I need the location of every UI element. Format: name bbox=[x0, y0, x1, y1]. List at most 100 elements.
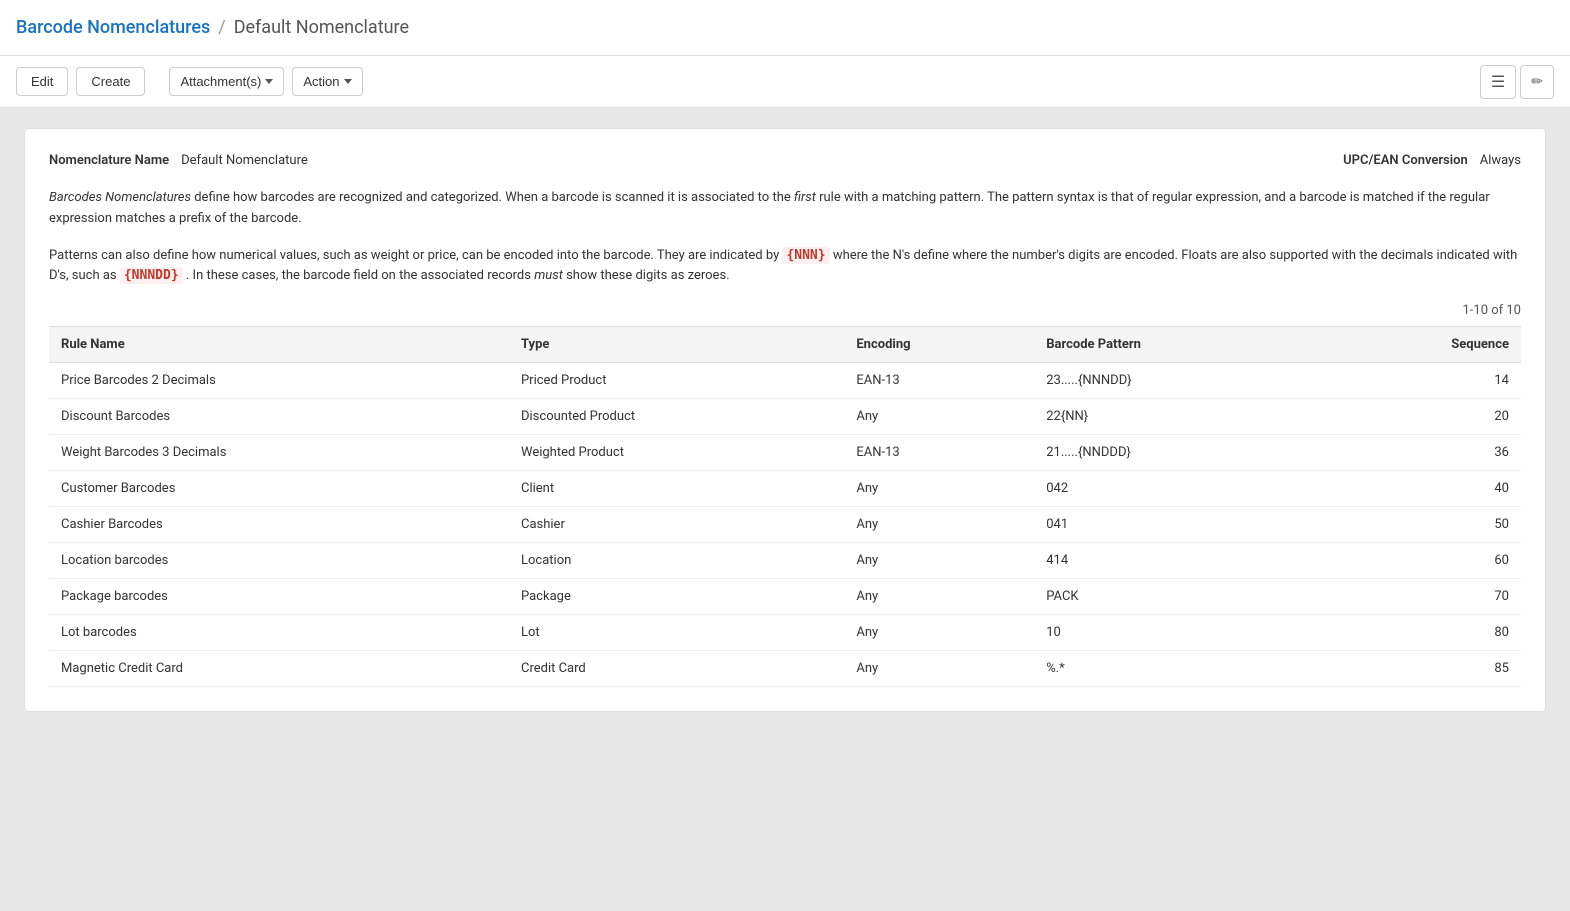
cell-rule-name: Discount Barcodes bbox=[49, 399, 509, 435]
upc-ean-label: UPC/EAN Conversion bbox=[1343, 153, 1468, 168]
cell-sequence: 14 bbox=[1322, 363, 1521, 399]
toolbar: Edit Create Attachment(s) Action bbox=[0, 56, 1570, 108]
pagination-label: 1-10 of 10 bbox=[1462, 303, 1521, 318]
cell-encoding: Any bbox=[844, 543, 1034, 579]
edit-button[interactable]: Edit bbox=[16, 67, 68, 96]
table-row[interactable]: Package barcodes Package Any PACK 70 bbox=[49, 579, 1521, 615]
cell-encoding: Any bbox=[844, 471, 1034, 507]
col-header-encoding: Encoding bbox=[844, 327, 1034, 363]
cell-sequence: 85 bbox=[1322, 651, 1521, 687]
para1-body: define how barcodes are recognized and c… bbox=[191, 190, 794, 205]
list-view-button[interactable] bbox=[1480, 65, 1516, 99]
cell-rule-name: Cashier Barcodes bbox=[49, 507, 509, 543]
cell-barcode-pattern: 21.....{NNDDD} bbox=[1034, 435, 1322, 471]
cell-type: Discounted Product bbox=[509, 399, 844, 435]
edit-view-icon bbox=[1531, 73, 1543, 90]
cell-type: Package bbox=[509, 579, 844, 615]
table-row[interactable]: Discount Barcodes Discounted Product Any… bbox=[49, 399, 1521, 435]
para2-code1: {NNN} bbox=[782, 247, 829, 264]
cell-sequence: 80 bbox=[1322, 615, 1521, 651]
para1-italic: Barcodes Nomenclatures bbox=[49, 190, 191, 205]
cell-barcode-pattern: 23.....{NNNDD} bbox=[1034, 363, 1322, 399]
breadcrumb-separator: / bbox=[218, 17, 225, 38]
para2-prefix: Patterns can also define how numerical v… bbox=[49, 248, 782, 263]
table-row[interactable]: Location barcodes Location Any 414 60 bbox=[49, 543, 1521, 579]
nomenclature-name-label: Nomenclature Name bbox=[49, 153, 169, 168]
cell-encoding: EAN-13 bbox=[844, 435, 1034, 471]
attachment-caret-icon bbox=[265, 79, 273, 84]
cell-sequence: 50 bbox=[1322, 507, 1521, 543]
col-header-rule-name: Rule Name bbox=[49, 327, 509, 363]
description-para1: Barcodes Nomenclatures define how barcod… bbox=[49, 188, 1521, 230]
cell-rule-name: Magnetic Credit Card bbox=[49, 651, 509, 687]
attachment-dropdown-button[interactable]: Attachment(s) bbox=[169, 67, 284, 96]
action-dropdown-button[interactable]: Action bbox=[292, 67, 362, 96]
edit-view-button[interactable] bbox=[1520, 65, 1554, 99]
cell-type: Priced Product bbox=[509, 363, 844, 399]
breadcrumb-current: Default Nomenclature bbox=[234, 17, 409, 38]
cell-type: Client bbox=[509, 471, 844, 507]
cell-type: Weighted Product bbox=[509, 435, 844, 471]
table-row[interactable]: Lot barcodes Lot Any 10 80 bbox=[49, 615, 1521, 651]
table-row[interactable]: Weight Barcodes 3 Decimals Weighted Prod… bbox=[49, 435, 1521, 471]
cell-sequence: 70 bbox=[1322, 579, 1521, 615]
cell-rule-name: Weight Barcodes 3 Decimals bbox=[49, 435, 509, 471]
cell-encoding: Any bbox=[844, 507, 1034, 543]
table-row[interactable]: Customer Barcodes Client Any 042 40 bbox=[49, 471, 1521, 507]
form-header-row: Nomenclature Name Default Nomenclature U… bbox=[49, 153, 1521, 168]
table-row[interactable]: Cashier Barcodes Cashier Any 041 50 bbox=[49, 507, 1521, 543]
table-body: Price Barcodes 2 Decimals Priced Product… bbox=[49, 363, 1521, 687]
table-row[interactable]: Magnetic Credit Card Credit Card Any %.*… bbox=[49, 651, 1521, 687]
form-card: Nomenclature Name Default Nomenclature U… bbox=[24, 128, 1546, 712]
cell-encoding: Any bbox=[844, 399, 1034, 435]
cell-encoding: EAN-13 bbox=[844, 363, 1034, 399]
table-row[interactable]: Price Barcodes 2 Decimals Priced Product… bbox=[49, 363, 1521, 399]
cell-rule-name: Location barcodes bbox=[49, 543, 509, 579]
cell-type: Location bbox=[509, 543, 844, 579]
cell-sequence: 36 bbox=[1322, 435, 1521, 471]
col-header-sequence: Sequence bbox=[1322, 327, 1521, 363]
cell-type: Cashier bbox=[509, 507, 844, 543]
table-header: Rule Name Type Encoding Barcode Pattern … bbox=[49, 327, 1521, 363]
cell-barcode-pattern: PACK bbox=[1034, 579, 1322, 615]
cell-rule-name: Package barcodes bbox=[49, 579, 509, 615]
nomenclature-name-field: Nomenclature Name Default Nomenclature bbox=[49, 153, 308, 168]
cell-type: Lot bbox=[509, 615, 844, 651]
col-header-barcode-pattern: Barcode Pattern bbox=[1034, 327, 1322, 363]
cell-barcode-pattern: 22{NN} bbox=[1034, 399, 1322, 435]
list-view-icon bbox=[1491, 72, 1505, 92]
nomenclature-name-value: Default Nomenclature bbox=[181, 153, 308, 168]
upc-ean-field: UPC/EAN Conversion Always bbox=[1343, 153, 1521, 168]
cell-encoding: Any bbox=[844, 615, 1034, 651]
attachment-label: Attachment(s) bbox=[180, 74, 261, 89]
cell-encoding: Any bbox=[844, 651, 1034, 687]
cell-rule-name: Lot barcodes bbox=[49, 615, 509, 651]
breadcrumb-parent-link[interactable]: Barcode Nomenclatures bbox=[16, 17, 210, 38]
upc-ean-value: Always bbox=[1480, 153, 1521, 168]
para2-code2: {NNNDD} bbox=[120, 267, 183, 284]
col-header-type: Type bbox=[509, 327, 844, 363]
description-para2: Patterns can also define how numerical v… bbox=[49, 246, 1521, 288]
cell-barcode-pattern: 042 bbox=[1034, 471, 1322, 507]
cell-barcode-pattern: 414 bbox=[1034, 543, 1322, 579]
breadcrumb: Barcode Nomenclatures / Default Nomencla… bbox=[16, 17, 1554, 38]
para1-first: first bbox=[794, 190, 816, 205]
cell-barcode-pattern: 041 bbox=[1034, 507, 1322, 543]
cell-sequence: 40 bbox=[1322, 471, 1521, 507]
cell-barcode-pattern: 10 bbox=[1034, 615, 1322, 651]
cell-rule-name: Customer Barcodes bbox=[49, 471, 509, 507]
cell-barcode-pattern: %.* bbox=[1034, 651, 1322, 687]
create-button[interactable]: Create bbox=[76, 67, 145, 96]
action-caret-icon bbox=[344, 79, 352, 84]
cell-sequence: 20 bbox=[1322, 399, 1521, 435]
breadcrumb-bar: Barcode Nomenclatures / Default Nomencla… bbox=[0, 0, 1570, 56]
pagination-row: 1-10 of 10 bbox=[49, 303, 1521, 318]
cell-encoding: Any bbox=[844, 579, 1034, 615]
action-label: Action bbox=[303, 74, 339, 89]
rules-table: Rule Name Type Encoding Barcode Pattern … bbox=[49, 326, 1521, 687]
cell-sequence: 60 bbox=[1322, 543, 1521, 579]
cell-type: Credit Card bbox=[509, 651, 844, 687]
page-content: Nomenclature Name Default Nomenclature U… bbox=[0, 108, 1570, 732]
para2-suffix2: . In these cases, the barcode field on t… bbox=[183, 268, 535, 283]
para2-must: must bbox=[534, 268, 563, 283]
